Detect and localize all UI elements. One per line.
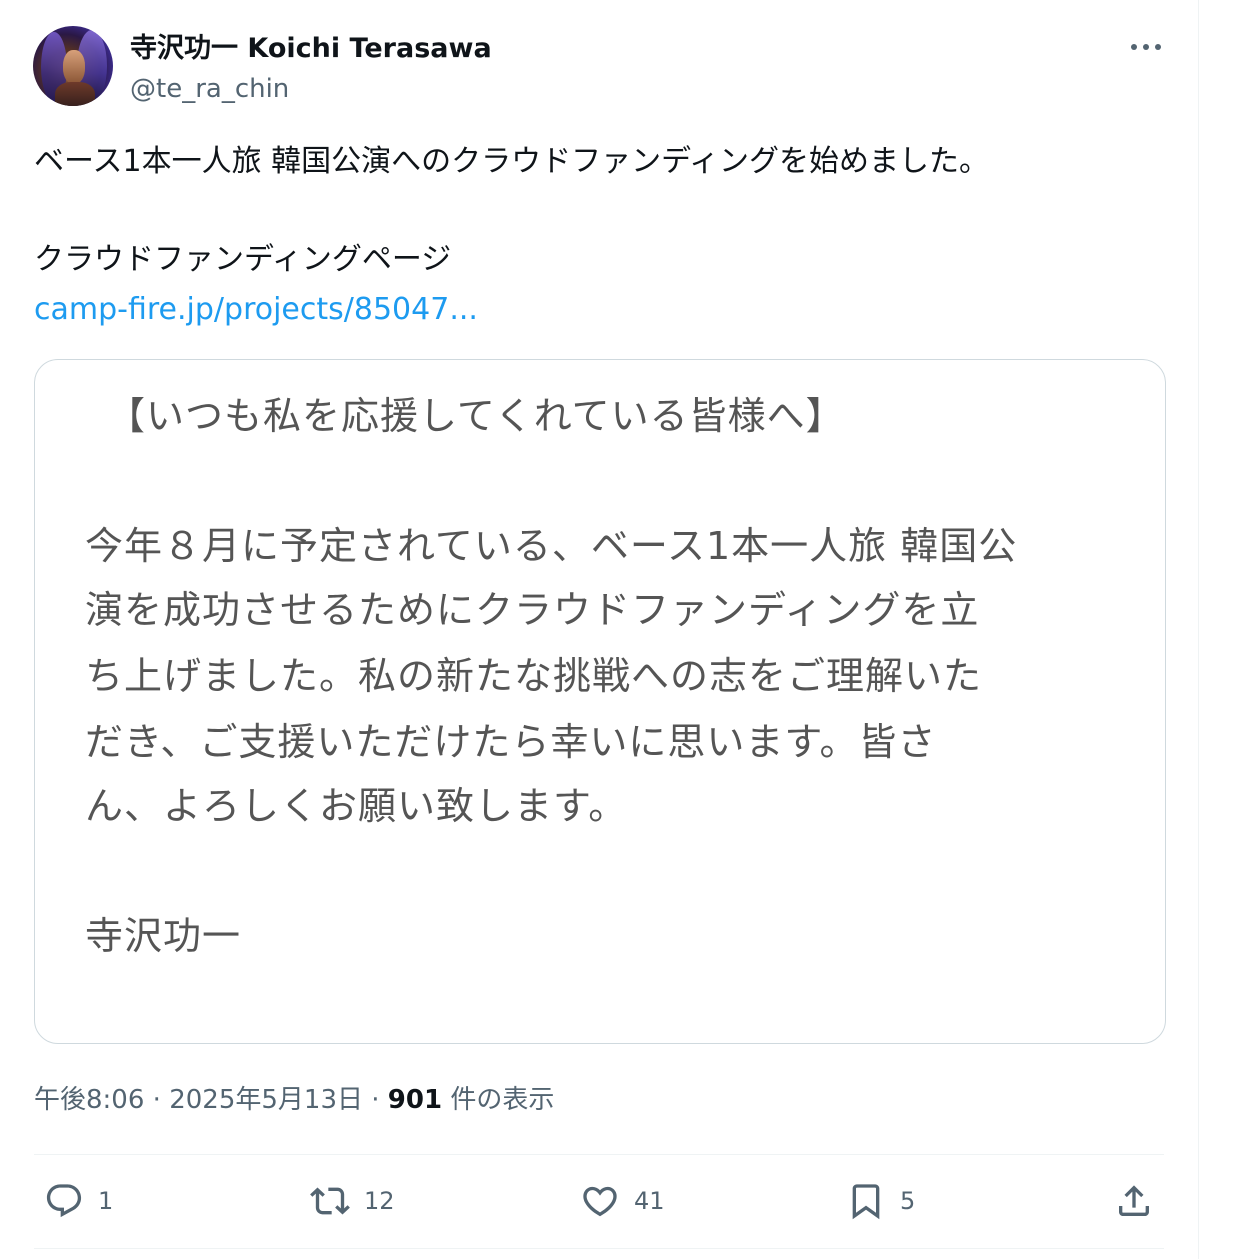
tweet-time[interactable]: 午後8:06	[34, 1085, 144, 1115]
reply-button[interactable]: 1	[44, 1178, 113, 1224]
card-body-line-4: だき、ご支援いただけたら幸いに思います。皆さ	[85, 720, 937, 764]
repost-count: 12	[364, 1187, 395, 1215]
more-options-button[interactable]	[1122, 30, 1170, 64]
bookmark-button[interactable]: 5	[846, 1178, 915, 1224]
tweet-text-line-1: ベース1本一人旅 韓国公演へのクラウドファンディングを始めました。	[34, 144, 990, 179]
card-body-line-3: ち上げました。私の新たな挑戦への志をご理解いた	[85, 654, 983, 698]
repost-icon	[310, 1187, 350, 1215]
views-label: 件の表示	[442, 1085, 555, 1115]
card-signature: 寺沢功一	[85, 914, 242, 958]
card-heading: 【いつも私を応援してくれている皆様へ】	[107, 394, 845, 438]
views-count: 901	[387, 1085, 443, 1115]
bookmark-icon	[852, 1184, 880, 1220]
like-icon	[583, 1186, 617, 1217]
bookmark-count: 5	[900, 1187, 916, 1215]
tweet-link[interactable]: camp-fire.jp/projects/85047...	[34, 290, 478, 330]
divider-top	[34, 1154, 1164, 1155]
share-icon	[1119, 1185, 1149, 1216]
avatar[interactable]	[33, 26, 113, 106]
meta-separator: ·	[144, 1085, 170, 1115]
more-icon	[1131, 44, 1161, 50]
tweet-meta: 午後8:06 · 2025年5月13日 · 901 件の表示	[34, 1082, 554, 1118]
meta-separator-2: ·	[362, 1085, 388, 1115]
attached-image-card[interactable]: 【いつも私を応援してくれている皆様へ】 今年８月に予定されている、ベース1本一人…	[34, 359, 1166, 1044]
divider-bottom	[34, 1248, 1164, 1249]
card-body-line-2: 演を成功させるためにクラウドファンディングを立	[85, 588, 980, 632]
card-body-line-5: ん、よろしくお願い致します。	[85, 784, 628, 828]
author-display-name[interactable]: 寺沢功一 Koichi Terasawa	[130, 31, 492, 67]
tweet-text-line-2: クラウドファンディングページ	[34, 242, 452, 277]
reply-icon	[46, 1184, 82, 1218]
tweet-date[interactable]: 2025年5月13日	[169, 1085, 363, 1115]
like-count: 41	[634, 1187, 665, 1215]
reply-count: 1	[98, 1187, 114, 1215]
share-button[interactable]	[1114, 1178, 1154, 1224]
author-handle[interactable]: @te_ra_chin	[130, 72, 289, 106]
repost-button[interactable]: 12	[310, 1178, 395, 1224]
card-body-line-1: 今年８月に予定されている、ベース1本一人旅 韓国公	[85, 524, 1018, 568]
like-button[interactable]: 41	[580, 1178, 665, 1224]
column-border	[1198, 0, 1199, 1259]
